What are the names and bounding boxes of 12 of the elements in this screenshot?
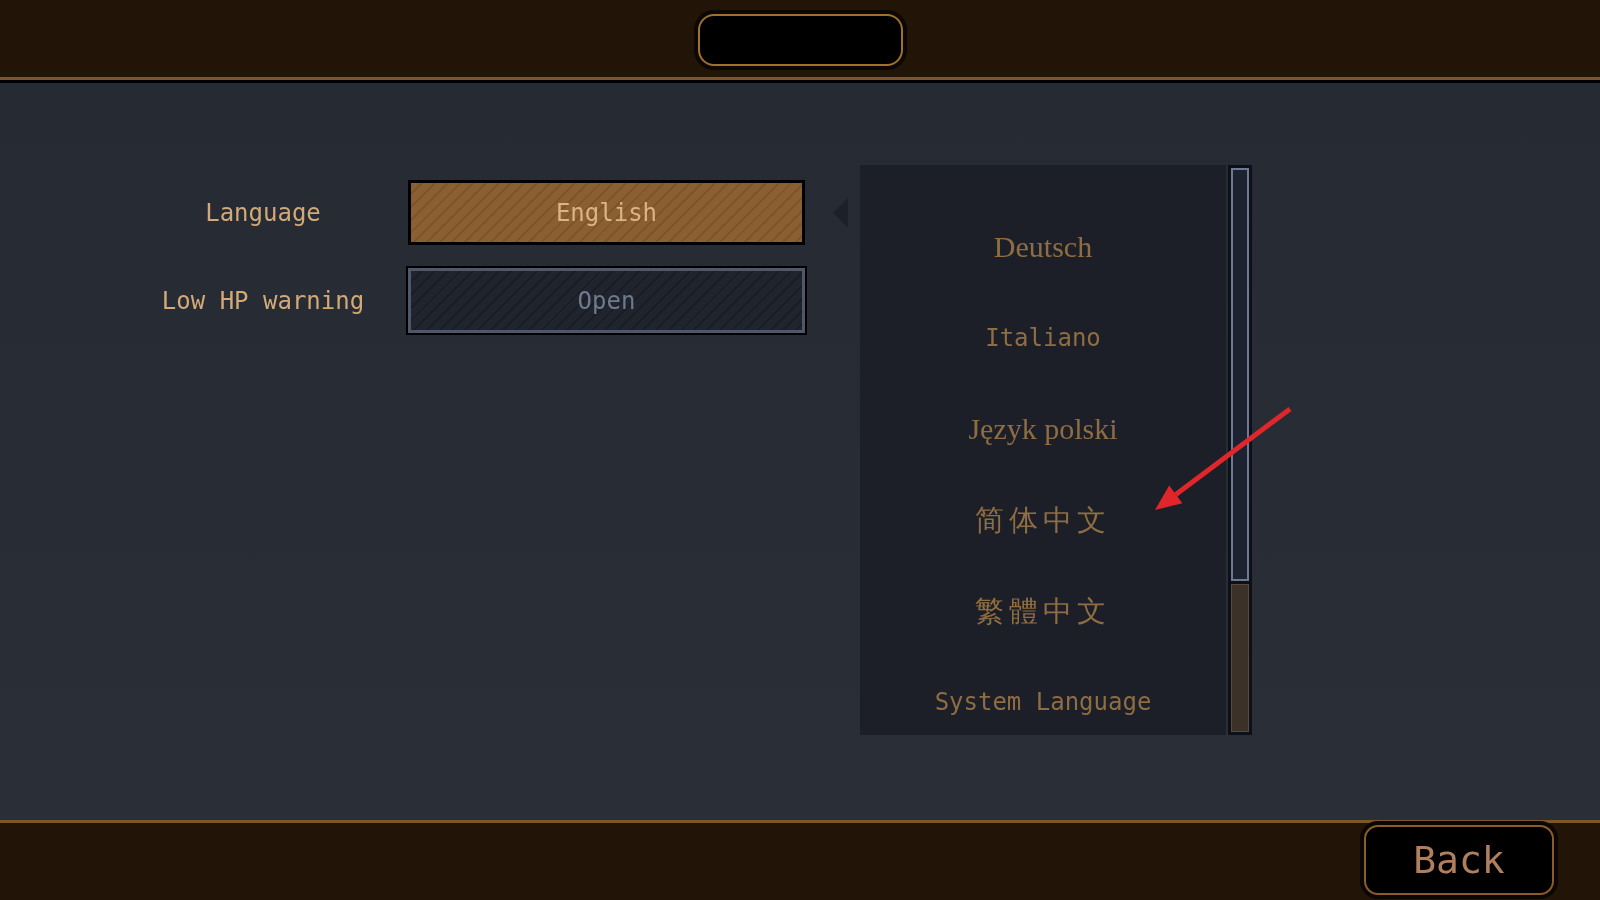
setting-value-button[interactable]: Open (408, 268, 805, 333)
language-option[interactable]: Deutsch (985, 229, 1101, 265)
language-option[interactable]: Italiano (977, 320, 1109, 356)
setting-label: Low HP warning (160, 285, 366, 317)
setting-label: Language (204, 197, 322, 229)
scrollbar[interactable] (1228, 165, 1252, 735)
scrollbar-thumb[interactable] (1231, 584, 1249, 732)
setting-value-button[interactable]: English (408, 180, 805, 245)
language-option[interactable]: System Language (926, 684, 1160, 720)
language-option[interactable]: Język polski (960, 411, 1126, 447)
language-option[interactable]: 繁體中文 (967, 593, 1119, 629)
language-option[interactable]: 简体中文 (967, 502, 1119, 538)
